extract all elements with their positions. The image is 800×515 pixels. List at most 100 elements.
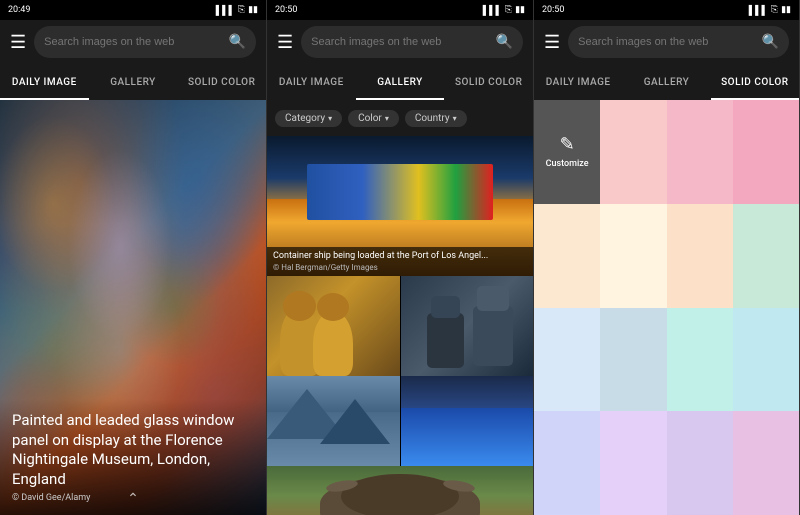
filter-category-arrow: ▾ bbox=[328, 114, 332, 123]
tab-gallery-3[interactable]: GALLERY bbox=[622, 64, 710, 100]
gallery-grid: Container ship being loaded at the Port … bbox=[267, 136, 533, 515]
customize-icon: ✎ bbox=[560, 134, 575, 155]
search-input-wrap-3[interactable]: 🔍 bbox=[568, 26, 789, 58]
robot-head bbox=[477, 286, 509, 311]
gallery-thumb-ocean[interactable] bbox=[401, 376, 534, 466]
time-3: 20:50 bbox=[542, 5, 564, 15]
daily-image-title: Painted and leaded glass window panel on… bbox=[12, 411, 254, 489]
search-input-wrap-2[interactable]: 🔍 bbox=[301, 26, 523, 58]
gallery-caption-credit: © Hal Bergman/Getty Images bbox=[273, 263, 527, 272]
filter-color[interactable]: Color ▾ bbox=[348, 110, 399, 127]
robot-2 bbox=[427, 313, 464, 368]
gallery-thumb-robot[interactable] bbox=[401, 276, 534, 376]
color-cell-1-0[interactable] bbox=[534, 204, 600, 308]
color-cell-3-1[interactable] bbox=[600, 411, 666, 515]
meerkat-head-2 bbox=[317, 293, 349, 321]
hamburger-icon-3[interactable]: ☰ bbox=[544, 32, 560, 53]
tab-solid-color-3[interactable]: SOLID COLOR bbox=[711, 64, 799, 100]
panel-solid-color: 20:50 ▌▌▌ ⎘ ▮▮ ☰ 🔍 DAILY IMAGE GALLERY S… bbox=[534, 0, 800, 515]
color-cell-3-2[interactable] bbox=[667, 411, 733, 515]
solid-color-content: ✎ Customize bbox=[534, 100, 799, 515]
filter-country-arrow: ▾ bbox=[453, 114, 457, 123]
search-bar-2: ☰ 🔍 bbox=[267, 20, 533, 64]
panel-daily-image: 20:49 ▌▌▌ ⎘ ▮▮ ☰ 🔍 DAILY IMAGE GALLERY S… bbox=[0, 0, 267, 515]
nav-tabs-3: DAILY IMAGE GALLERY SOLID COLOR bbox=[534, 64, 799, 100]
tab-daily-image-2[interactable]: DAILY IMAGE bbox=[267, 64, 356, 100]
gallery-caption: Container ship being loaded at the Port … bbox=[267, 247, 533, 276]
hamburger-icon-2[interactable]: ☰ bbox=[277, 32, 293, 53]
search-bar-3: ☰ 🔍 bbox=[534, 20, 799, 64]
status-left-1: 20:49 bbox=[8, 5, 30, 15]
color-cell-1-1[interactable] bbox=[600, 204, 666, 308]
robot-head-2 bbox=[431, 296, 460, 318]
search-icon-3[interactable]: 🔍 bbox=[762, 34, 779, 50]
color-cell-1-2[interactable] bbox=[667, 204, 733, 308]
color-cell-0-2[interactable] bbox=[667, 100, 733, 204]
gallery-main-item[interactable]: Container ship being loaded at the Port … bbox=[267, 136, 533, 276]
color-cell-3-0[interactable] bbox=[534, 411, 600, 515]
nav-tabs-1: DAILY IMAGE GALLERY SOLID COLOR bbox=[0, 64, 266, 100]
gallery-thumb-hippo[interactable] bbox=[267, 466, 533, 515]
robot-body bbox=[473, 306, 513, 366]
signal-icon-3: ▌▌▌ bbox=[749, 5, 768, 16]
customize-cell[interactable]: ✎ Customize bbox=[534, 100, 600, 204]
color-cell-2-0[interactable] bbox=[534, 308, 600, 412]
status-bar-3: 20:50 ▌▌▌ ⎘ ▮▮ bbox=[534, 0, 799, 20]
filter-category-label: Category bbox=[285, 113, 325, 124]
signal-icon-2: ▌▌▌ bbox=[483, 5, 502, 16]
search-icon-1[interactable]: 🔍 bbox=[229, 34, 246, 50]
tab-solid-color-1[interactable]: SOLID COLOR bbox=[177, 64, 266, 100]
meerkat-head bbox=[283, 291, 316, 321]
wifi-icon-3: ⎘ bbox=[771, 5, 778, 15]
color-cell-3-3[interactable] bbox=[733, 411, 799, 515]
search-input-2[interactable] bbox=[311, 36, 489, 48]
nav-tabs-2: DAILY IMAGE GALLERY SOLID COLOR bbox=[267, 64, 533, 100]
ship-containers bbox=[307, 164, 493, 220]
gallery-filters: Category ▾ Color ▾ Country ▾ bbox=[267, 100, 533, 136]
status-bar-2: 20:50 ▌▌▌ ⎘ ▮▮ bbox=[267, 0, 533, 20]
signal-icon-1: ▌▌▌ bbox=[216, 5, 235, 16]
time-1: 20:49 bbox=[8, 5, 30, 15]
search-icon-2[interactable]: 🔍 bbox=[496, 34, 513, 50]
tab-solid-color-2[interactable]: SOLID COLOR bbox=[444, 64, 533, 100]
battery-icon-2: ▮▮ bbox=[515, 5, 525, 15]
wifi-icon-1: ⎘ bbox=[238, 5, 245, 15]
status-right-2: ▌▌▌ ⎘ ▮▮ bbox=[483, 5, 525, 16]
hamburger-icon-1[interactable]: ☰ bbox=[10, 32, 26, 53]
chevron-up-icon[interactable]: ⌃ bbox=[127, 491, 139, 507]
gallery-thumb-meerkat[interactable] bbox=[267, 276, 401, 376]
tab-gallery-2[interactable]: GALLERY bbox=[356, 64, 445, 100]
gallery-row-2 bbox=[267, 276, 533, 376]
filter-category[interactable]: Category ▾ bbox=[275, 110, 342, 127]
wifi-icon-2: ⎘ bbox=[505, 5, 512, 15]
hippo-bg bbox=[267, 466, 533, 515]
color-cell-2-3[interactable] bbox=[733, 308, 799, 412]
hippo-face bbox=[341, 474, 458, 515]
color-cell-1-3[interactable] bbox=[733, 204, 799, 308]
gallery-thumb-mountains[interactable] bbox=[267, 376, 401, 466]
search-input-1[interactable] bbox=[44, 36, 222, 48]
gallery-row-4 bbox=[267, 466, 533, 515]
tab-gallery-1[interactable]: GALLERY bbox=[89, 64, 178, 100]
filter-country-label: Country bbox=[415, 113, 450, 124]
filter-country[interactable]: Country ▾ bbox=[405, 110, 467, 127]
battery-icon-3: ▮▮ bbox=[781, 5, 791, 15]
tab-daily-image-3[interactable]: DAILY IMAGE bbox=[534, 64, 622, 100]
color-grid: ✎ Customize bbox=[534, 100, 799, 515]
customize-label: Customize bbox=[546, 159, 589, 169]
filter-color-label: Color bbox=[358, 113, 382, 124]
gallery-caption-text: Container ship being loaded at the Port … bbox=[273, 251, 527, 262]
time-2: 20:50 bbox=[275, 5, 297, 15]
color-cell-2-2[interactable] bbox=[667, 308, 733, 412]
battery-icon-1: ▮▮ bbox=[248, 5, 258, 15]
mountain-2 bbox=[320, 399, 390, 444]
search-input-wrap-1[interactable]: 🔍 bbox=[34, 26, 256, 58]
panel-gallery: 20:50 ▌▌▌ ⎘ ▮▮ ☰ 🔍 DAILY IMAGE GALLERY S… bbox=[267, 0, 534, 515]
status-right-1: ▌▌▌ ⎘ ▮▮ bbox=[216, 5, 258, 16]
color-cell-2-1[interactable] bbox=[600, 308, 666, 412]
color-cell-0-3[interactable] bbox=[733, 100, 799, 204]
status-bar-1: 20:49 ▌▌▌ ⎘ ▮▮ bbox=[0, 0, 266, 20]
search-input-3[interactable] bbox=[578, 36, 755, 48]
color-cell-0-1[interactable] bbox=[600, 100, 666, 204]
tab-daily-image-1[interactable]: DAILY IMAGE bbox=[0, 64, 89, 100]
